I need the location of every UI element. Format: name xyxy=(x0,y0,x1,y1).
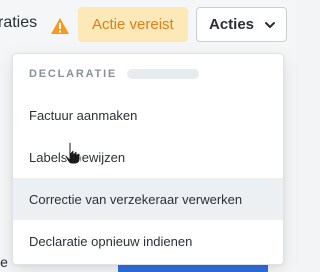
actions-dropdown-menu: DECLARATIE Factuur aanmaken Labels toewi… xyxy=(12,53,284,265)
menu-header-label: DECLARATIE xyxy=(29,68,118,80)
warning-triangle-icon xyxy=(51,18,69,34)
top-bar: raties Actie vereist Acties xyxy=(0,0,296,52)
menu-item-correctie-verwerken[interactable]: Correctie van verzekeraar verwerken xyxy=(13,178,283,220)
truncated-title: raties xyxy=(0,14,38,31)
menu-header: DECLARATIE xyxy=(13,54,283,94)
menu-item-label: Factuur aanmaken xyxy=(29,107,138,123)
actions-button-label: Acties xyxy=(209,16,255,33)
menu-item-factuur-aanmaken[interactable]: Factuur aanmaken xyxy=(13,94,283,136)
menu-item-label: Declaratie opnieuw indienen xyxy=(29,233,193,249)
menu-item-labels-toewijzen[interactable]: Labels toewijzen xyxy=(13,136,283,178)
redacted-identifier xyxy=(127,69,200,79)
hand-pointer-icon xyxy=(64,141,81,165)
status-badge: Actie vereist xyxy=(78,7,188,42)
chevron-down-icon xyxy=(265,22,275,28)
background-partial-text: ie xyxy=(0,254,8,270)
page: raties Actie vereist Acties ie DECLARATI… xyxy=(0,0,296,272)
actions-button[interactable]: Acties xyxy=(196,7,287,42)
menu-item-label: Correctie van verzekeraar verwerken xyxy=(29,191,243,207)
menu-item-opnieuw-indienen[interactable]: Declaratie opnieuw indienen xyxy=(13,220,283,262)
